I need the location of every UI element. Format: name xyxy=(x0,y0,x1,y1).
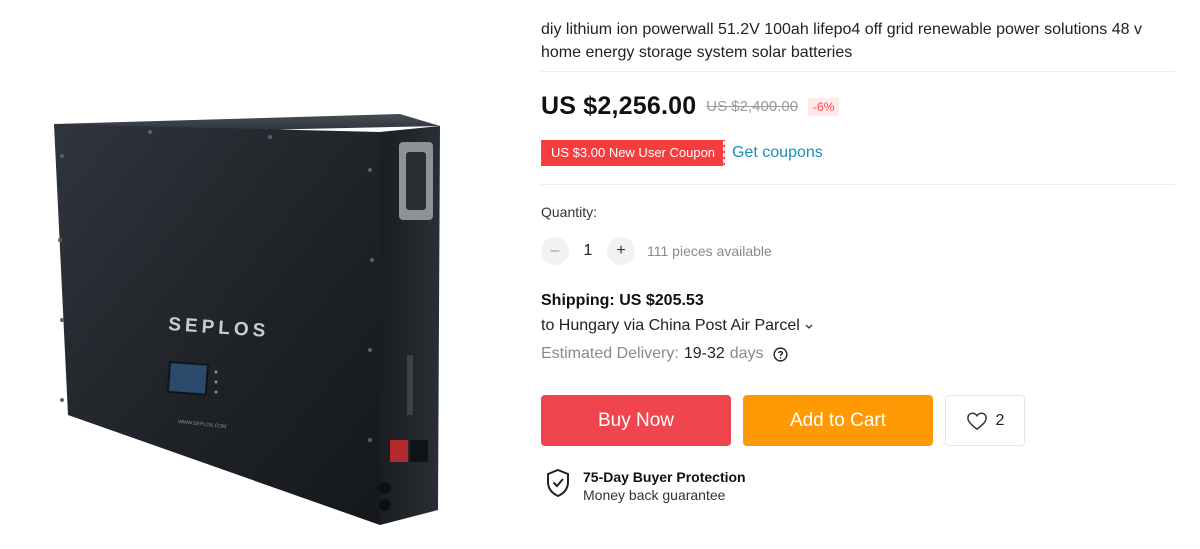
protection-title: 75-Day Buyer Protection xyxy=(583,469,746,485)
add-to-cart-button[interactable]: Add to Cart xyxy=(743,395,933,446)
divider xyxy=(541,71,1175,72)
wishlist-count: 2 xyxy=(995,411,1005,429)
delivery-label: Estimated Delivery: xyxy=(541,345,679,362)
product-title: diy lithium ion powerwall 51.2V 100ah li… xyxy=(541,21,1142,61)
wishlist-button[interactable]: 2 xyxy=(945,395,1025,446)
quantity-stepper: – 1 + 111 pieces available xyxy=(541,237,772,265)
current-price: US $2,256.00 xyxy=(541,92,697,120)
action-buttons: Buy Now Add to Cart 2 xyxy=(541,395,1025,446)
estimated-delivery: Estimated Delivery: 19-32 days xyxy=(541,345,788,363)
heart-outline-icon xyxy=(966,412,987,430)
shipping-cost: Shipping: US $205.53 xyxy=(541,292,704,309)
coupon-row: US $3.00 New User Coupon Get coupons xyxy=(538,140,823,166)
product-image-pane: SEPLOS WWW.SEPLOS.COM xyxy=(0,0,520,549)
price-row: US $2,256.00 US $2,400.00 -6% xyxy=(541,92,840,121)
buy-now-button[interactable]: Buy Now xyxy=(541,395,731,446)
shipping-route: to Hungary via China Post Air Parcel xyxy=(541,317,800,334)
protection-subtitle: Money back guarantee xyxy=(583,487,726,503)
shield-check-icon xyxy=(547,468,569,498)
discount-badge: -6% xyxy=(808,97,840,116)
chevron-down-icon xyxy=(805,324,813,329)
quantity-increase-button[interactable]: + xyxy=(607,237,635,265)
product-image[interactable]: SEPLOS WWW.SEPLOS.COM xyxy=(40,110,470,540)
divider xyxy=(541,184,1175,185)
quantity-value[interactable]: 1 xyxy=(569,242,607,260)
quantity-decrease-button[interactable]: – xyxy=(541,237,569,265)
pieces-available: 111 pieces available xyxy=(647,243,772,259)
new-user-coupon-tag[interactable]: US $3.00 New User Coupon xyxy=(538,140,728,166)
shipping-method-selector[interactable]: to Hungary via China Post Air Parcel xyxy=(541,317,814,335)
delivery-days: 19-32 xyxy=(683,345,725,362)
question-circle-icon[interactable] xyxy=(772,346,788,362)
buyer-protection: 75-Day Buyer Protection Money back guara… xyxy=(545,468,746,504)
get-coupons-link[interactable]: Get coupons xyxy=(732,144,823,162)
original-price: US $2,400.00 xyxy=(706,98,799,115)
quantity-label: Quantity: xyxy=(541,204,598,220)
delivery-unit: days xyxy=(729,345,764,362)
